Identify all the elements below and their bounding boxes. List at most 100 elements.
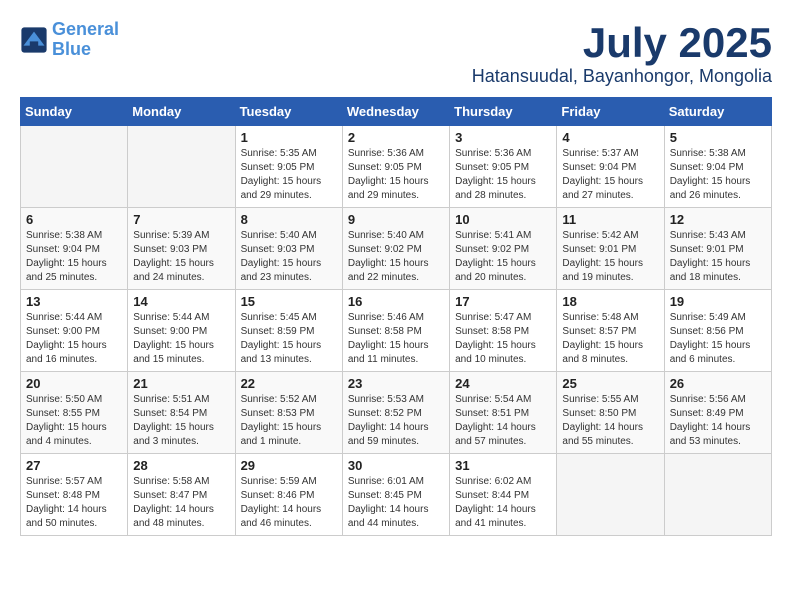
calendar-cell: 19 Sunrise: 5:49 AM Sunset: 8:56 PM Dayli… xyxy=(664,290,771,372)
day-info: Sunrise: 5:44 AM Sunset: 9:00 PM Dayligh… xyxy=(26,311,122,367)
calendar-cell: 7 Sunrise: 5:39 AM Sunset: 9:03 PM Daylig… xyxy=(128,208,235,290)
day-number: 21 xyxy=(133,376,229,391)
day-number: 15 xyxy=(241,294,337,309)
weekday-header: Tuesday xyxy=(235,98,342,126)
day-number: 13 xyxy=(26,294,122,309)
day-info: Sunrise: 6:01 AM Sunset: 8:45 PM Dayligh… xyxy=(348,475,444,531)
calendar-cell: 25Sunrise: 5:55 AM Sunset: 8:50 PM Dayli… xyxy=(557,372,664,454)
calendar-cell: 12 Sunrise: 5:43 AM Sunset: 9:01 PM Dayli… xyxy=(664,208,771,290)
day-number: 10 xyxy=(455,212,551,227)
day-info: Sunrise: 5:56 AM Sunset: 8:49 PM Dayligh… xyxy=(670,393,766,449)
day-number: 11 xyxy=(562,212,658,227)
day-info: Sunrise: 5:44 AM Sunset: 9:00 PM Dayligh… xyxy=(133,311,229,367)
day-number: 29 xyxy=(241,458,337,473)
calendar-week-row: 13 Sunrise: 5:44 AM Sunset: 9:00 PM Dayli… xyxy=(21,290,772,372)
day-info: Sunrise: 5:36 AM Sunset: 9:05 PM Dayligh… xyxy=(455,147,551,203)
calendar-cell: 6 Sunrise: 5:38 AM Sunset: 9:04 PM Daylig… xyxy=(21,208,128,290)
day-number: 16 xyxy=(348,294,444,309)
calendar-cell: 3 Sunrise: 5:36 AM Sunset: 9:05 PM Daylig… xyxy=(450,126,557,208)
calendar-week-row: 27 Sunrise: 5:57 AM Sunset: 8:48 PM Dayli… xyxy=(21,454,772,536)
day-number: 19 xyxy=(670,294,766,309)
weekday-header: Friday xyxy=(557,98,664,126)
calendar-body: 1Sunrise: 5:35 AM Sunset: 9:05 PM Daylig… xyxy=(21,126,772,536)
calendar-week-row: 6 Sunrise: 5:38 AM Sunset: 9:04 PM Daylig… xyxy=(21,208,772,290)
day-info: Sunrise: 5:43 AM Sunset: 9:01 PM Dayligh… xyxy=(670,229,766,285)
calendar-cell: 24Sunrise: 5:54 AM Sunset: 8:51 PM Dayli… xyxy=(450,372,557,454)
day-number: 24 xyxy=(455,376,551,391)
day-info: Sunrise: 5:47 AM Sunset: 8:58 PM Dayligh… xyxy=(455,311,551,367)
calendar-cell xyxy=(664,454,771,536)
day-number: 26 xyxy=(670,376,766,391)
day-number: 3 xyxy=(455,130,551,145)
day-number: 23 xyxy=(348,376,444,391)
calendar-cell: 5 Sunrise: 5:38 AM Sunset: 9:04 PM Daylig… xyxy=(664,126,771,208)
calendar-cell: 17 Sunrise: 5:47 AM Sunset: 8:58 PM Dayli… xyxy=(450,290,557,372)
day-number: 4 xyxy=(562,130,658,145)
calendar-cell: 18Sunrise: 5:48 AM Sunset: 8:57 PM Dayli… xyxy=(557,290,664,372)
calendar-cell: 27 Sunrise: 5:57 AM Sunset: 8:48 PM Dayli… xyxy=(21,454,128,536)
weekday-header: Saturday xyxy=(664,98,771,126)
day-number: 20 xyxy=(26,376,122,391)
day-info: Sunrise: 5:40 AM Sunset: 9:02 PM Dayligh… xyxy=(348,229,444,285)
calendar-title: July 2025 xyxy=(472,20,772,66)
day-info: Sunrise: 5:38 AM Sunset: 9:04 PM Dayligh… xyxy=(670,147,766,203)
day-number: 8 xyxy=(241,212,337,227)
day-number: 28 xyxy=(133,458,229,473)
weekday-header: Thursday xyxy=(450,98,557,126)
day-info: Sunrise: 5:41 AM Sunset: 9:02 PM Dayligh… xyxy=(455,229,551,285)
day-info: Sunrise: 5:59 AM Sunset: 8:46 PM Dayligh… xyxy=(241,475,337,531)
calendar-week-row: 20 Sunrise: 5:50 AM Sunset: 8:55 PM Dayli… xyxy=(21,372,772,454)
day-info: Sunrise: 5:52 AM Sunset: 8:53 PM Dayligh… xyxy=(241,393,337,449)
calendar-week-row: 1Sunrise: 5:35 AM Sunset: 9:05 PM Daylig… xyxy=(21,126,772,208)
calendar-cell xyxy=(21,126,128,208)
calendar-cell: 14 Sunrise: 5:44 AM Sunset: 9:00 PM Dayli… xyxy=(128,290,235,372)
day-number: 14 xyxy=(133,294,229,309)
calendar-cell: 8 Sunrise: 5:40 AM Sunset: 9:03 PM Daylig… xyxy=(235,208,342,290)
calendar-cell: 1Sunrise: 5:35 AM Sunset: 9:05 PM Daylig… xyxy=(235,126,342,208)
day-number: 31 xyxy=(455,458,551,473)
logo: General Blue xyxy=(20,20,119,60)
title-section: July 2025 Hatansuudal, Bayanhongor, Mong… xyxy=(472,20,772,87)
calendar-cell: 11 Sunrise: 5:42 AM Sunset: 9:01 PM Dayli… xyxy=(557,208,664,290)
day-info: Sunrise: 5:36 AM Sunset: 9:05 PM Dayligh… xyxy=(348,147,444,203)
day-number: 12 xyxy=(670,212,766,227)
day-info: Sunrise: 5:35 AM Sunset: 9:05 PM Dayligh… xyxy=(241,147,337,203)
day-info: Sunrise: 5:42 AM Sunset: 9:01 PM Dayligh… xyxy=(562,229,658,285)
day-info: Sunrise: 5:50 AM Sunset: 8:55 PM Dayligh… xyxy=(26,393,122,449)
day-info: Sunrise: 5:58 AM Sunset: 8:47 PM Dayligh… xyxy=(133,475,229,531)
day-number: 30 xyxy=(348,458,444,473)
day-number: 9 xyxy=(348,212,444,227)
calendar-table: SundayMondayTuesdayWednesdayThursdayFrid… xyxy=(20,97,772,536)
day-info: Sunrise: 5:38 AM Sunset: 9:04 PM Dayligh… xyxy=(26,229,122,285)
calendar-cell: 30 Sunrise: 6:01 AM Sunset: 8:45 PM Dayli… xyxy=(342,454,449,536)
day-info: Sunrise: 5:40 AM Sunset: 9:03 PM Dayligh… xyxy=(241,229,337,285)
day-number: 27 xyxy=(26,458,122,473)
calendar-cell xyxy=(128,126,235,208)
calendar-cell: 23Sunrise: 5:53 AM Sunset: 8:52 PM Dayli… xyxy=(342,372,449,454)
day-info: Sunrise: 5:57 AM Sunset: 8:48 PM Dayligh… xyxy=(26,475,122,531)
day-info: Sunrise: 5:45 AM Sunset: 8:59 PM Dayligh… xyxy=(241,311,337,367)
logo-icon xyxy=(20,26,48,54)
day-number: 6 xyxy=(26,212,122,227)
day-number: 17 xyxy=(455,294,551,309)
calendar-cell: 15 Sunrise: 5:45 AM Sunset: 8:59 PM Dayli… xyxy=(235,290,342,372)
calendar-cell: 26 Sunrise: 5:56 AM Sunset: 8:49 PM Dayli… xyxy=(664,372,771,454)
calendar-cell xyxy=(557,454,664,536)
day-info: Sunrise: 5:39 AM Sunset: 9:03 PM Dayligh… xyxy=(133,229,229,285)
day-number: 5 xyxy=(670,130,766,145)
day-number: 7 xyxy=(133,212,229,227)
calendar-cell: 28 Sunrise: 5:58 AM Sunset: 8:47 PM Dayli… xyxy=(128,454,235,536)
calendar-subtitle: Hatansuudal, Bayanhongor, Mongolia xyxy=(472,66,772,87)
calendar-cell: 22Sunrise: 5:52 AM Sunset: 8:53 PM Dayli… xyxy=(235,372,342,454)
calendar-cell: 20 Sunrise: 5:50 AM Sunset: 8:55 PM Dayli… xyxy=(21,372,128,454)
day-number: 25 xyxy=(562,376,658,391)
day-info: Sunrise: 5:49 AM Sunset: 8:56 PM Dayligh… xyxy=(670,311,766,367)
calendar-cell: 9 Sunrise: 5:40 AM Sunset: 9:02 PM Daylig… xyxy=(342,208,449,290)
day-info: Sunrise: 5:37 AM Sunset: 9:04 PM Dayligh… xyxy=(562,147,658,203)
day-info: Sunrise: 5:46 AM Sunset: 8:58 PM Dayligh… xyxy=(348,311,444,367)
weekday-header: Monday xyxy=(128,98,235,126)
day-number: 2 xyxy=(348,130,444,145)
day-info: Sunrise: 5:48 AM Sunset: 8:57 PM Dayligh… xyxy=(562,311,658,367)
weekday-header: Wednesday xyxy=(342,98,449,126)
calendar-cell: 10 Sunrise: 5:41 AM Sunset: 9:02 PM Dayli… xyxy=(450,208,557,290)
